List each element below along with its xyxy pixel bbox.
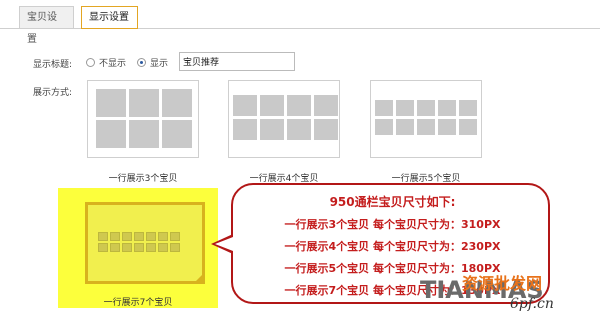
layout-thumbnail-4 <box>233 95 338 140</box>
watermark: TIANMAS 资源批发网 6pf.cn <box>420 270 592 320</box>
tab-baby-settings[interactable]: 宝贝设置 <box>19 6 74 45</box>
layout-option-5[interactable] <box>370 80 482 158</box>
layout-caption-3: 一行展示3个宝贝 <box>108 174 178 184</box>
bubble-pointer-fill <box>215 237 233 251</box>
display-mode-label: 展示方式: <box>33 88 73 98</box>
layout-option-3[interactable] <box>87 80 199 158</box>
title-setting-label: 显示标题: <box>33 60 73 70</box>
radio-checked-icon <box>137 57 146 67</box>
layout-thumbnail-7 <box>98 232 180 252</box>
bubble-line-3: 一行展示3个宝贝 每个宝贝尺寸为：310PX <box>284 218 501 231</box>
layout-option-7-selected-frame <box>85 202 205 284</box>
radio-hide-title[interactable]: 不显示 <box>86 56 126 69</box>
radio-icon <box>86 57 95 67</box>
title-input[interactable] <box>179 52 295 71</box>
layout-option-4[interactable] <box>228 80 340 158</box>
watermark-cn: 资源批发网 <box>462 274 543 293</box>
tab-display-settings[interactable]: 显示设置 <box>81 6 138 29</box>
layout-thumbnail-5 <box>375 100 477 135</box>
bubble-line-4: 一行展示4个宝贝 每个宝贝尺寸为：230PX <box>284 240 501 253</box>
tab-bar: 宝贝设置 显示设置 <box>0 0 600 45</box>
layout-thumbnail-3 <box>96 89 192 148</box>
selected-corner-icon <box>193 272 205 284</box>
layout-option-7[interactable]: 一行展示7个宝贝 <box>58 188 218 308</box>
watermark-url: 6pf.cn <box>510 296 554 312</box>
layout-caption-7: 一行展示7个宝贝 <box>103 298 173 308</box>
radio-show-title[interactable]: 显示 <box>137 56 168 69</box>
bubble-title: 950通栏宝贝尺寸如下: <box>329 195 456 209</box>
